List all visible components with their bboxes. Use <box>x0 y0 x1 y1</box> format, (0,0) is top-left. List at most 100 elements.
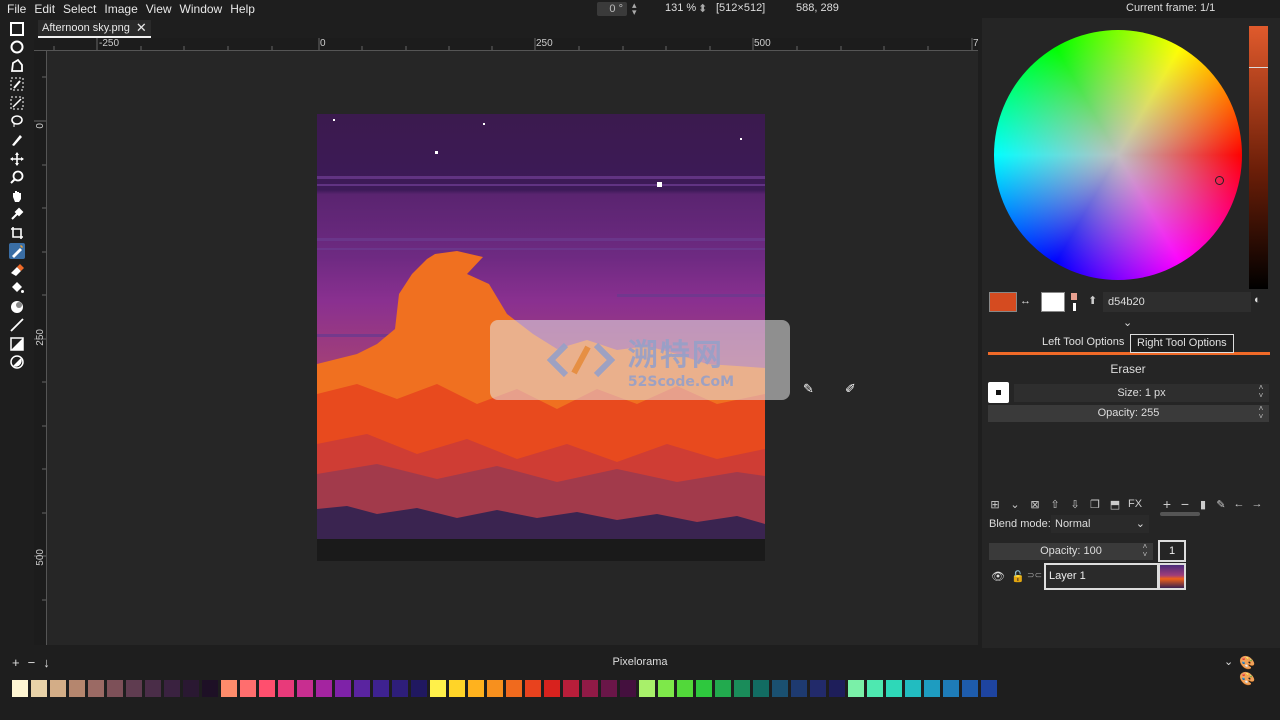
palette-swatch[interactable] <box>753 680 769 697</box>
palette-editor-icons[interactable]: 🎨🎨 <box>1239 655 1274 687</box>
palette-swatch[interactable] <box>715 680 731 697</box>
ellipse-select-icon[interactable] <box>9 39 25 55</box>
palette-swatch[interactable] <box>962 680 978 697</box>
recent-color-swatch[interactable] <box>1073 303 1076 311</box>
value-slider-marker[interactable] <box>1249 67 1268 68</box>
palette-swatch[interactable] <box>164 680 180 697</box>
eraser-icon[interactable] <box>9 262 25 278</box>
palette-swatch[interactable] <box>126 680 142 697</box>
remove-frame-icon[interactable]: − <box>1178 496 1192 512</box>
palette-swatch[interactable] <box>734 680 750 697</box>
menu-help[interactable]: Help <box>226 2 259 16</box>
palette-swatch[interactable] <box>335 680 351 697</box>
brush-shape-button[interactable] <box>988 382 1009 403</box>
palette-swatch[interactable] <box>107 680 123 697</box>
palette-swatch[interactable] <box>905 680 921 697</box>
pan-hand-icon[interactable] <box>9 188 25 204</box>
palette-swatch[interactable] <box>392 680 408 697</box>
bucket-icon[interactable] <box>9 280 25 296</box>
visibility-eye-icon[interactable]: 👁 <box>991 570 1005 583</box>
swap-colors-icon[interactable]: ↔ <box>1020 295 1031 307</box>
chevron-down-icon[interactable]: ⌄ <box>1123 316 1132 329</box>
tab-afternoon-sky[interactable]: Afternoon sky.png ✕ <box>38 20 151 38</box>
layer-menu-chevron-icon[interactable]: ⌄ <box>1008 497 1022 511</box>
palette-swatch[interactable] <box>354 680 370 697</box>
pencil-icon[interactable] <box>9 243 25 259</box>
palette-swatch[interactable] <box>50 680 66 697</box>
palette-swatch[interactable] <box>867 680 883 697</box>
palette-swatch[interactable] <box>620 680 636 697</box>
palette-swatch[interactable] <box>848 680 864 697</box>
screen-picker-icon[interactable]: ⬆ <box>1088 294 1097 307</box>
palette-swatch[interactable] <box>639 680 655 697</box>
palette-swatch[interactable] <box>696 680 712 697</box>
brush-size-field[interactable]: Size: 1 px ˄ ˅ <box>1014 384 1269 402</box>
shading-icon[interactable] <box>9 299 25 315</box>
color-picker-icon[interactable] <box>9 206 25 222</box>
tab-left-tool-options[interactable]: Left Tool Options <box>1036 334 1130 353</box>
palette-swatch[interactable] <box>221 680 237 697</box>
delete-layer-icon[interactable]: ⊠ <box>1028 497 1042 511</box>
palette-swatch[interactable] <box>259 680 275 697</box>
palette-swatch[interactable] <box>468 680 484 697</box>
zoom-icon[interactable] <box>9 169 25 185</box>
blend-mode-select[interactable]: Normal ⌄ <box>1051 515 1149 533</box>
tool-opacity-field[interactable]: Opacity: 255 ˄ ˅ <box>988 405 1269 422</box>
ellipse-icon[interactable] <box>9 354 25 370</box>
polygon-select-icon[interactable] <box>9 58 25 74</box>
menu-image[interactable]: Image <box>100 2 141 16</box>
hex-color-input[interactable]: d54b20 <box>1103 292 1251 312</box>
rotation-input[interactable]: 0 ° <box>597 2 627 16</box>
palette-swatch[interactable] <box>297 680 313 697</box>
move-layer-down-icon[interactable]: ⇩ <box>1068 497 1082 511</box>
color-mode-toggle-icon[interactable]: ◐ <box>1254 294 1261 306</box>
line-icon[interactable] <box>9 317 25 333</box>
palette-swatch[interactable] <box>544 680 560 697</box>
palette-swatch[interactable] <box>601 680 617 697</box>
clone-frame-icon[interactable]: ▮ <box>1196 497 1210 511</box>
add-layer-icon[interactable]: ⊞ <box>988 497 1002 511</box>
menu-file[interactable]: File <box>0 2 30 16</box>
move-layer-up-icon[interactable]: ⇧ <box>1048 497 1062 511</box>
move-icon[interactable] <box>9 151 25 167</box>
palette-swatch[interactable] <box>829 680 845 697</box>
palette-swatch[interactable] <box>658 680 674 697</box>
palette-swatch[interactable] <box>202 680 218 697</box>
layer-effects-button[interactable]: FX <box>1128 497 1142 511</box>
chevron-down-icon[interactable]: ⌄ <box>1224 655 1233 668</box>
rectangle-icon[interactable] <box>9 336 25 352</box>
palette-swatch[interactable] <box>582 680 598 697</box>
rotation-spinner-icon[interactable]: ▴ ▾ <box>632 1 640 17</box>
recent-color-swatch[interactable] <box>1071 293 1077 300</box>
palette-swatch[interactable] <box>240 680 256 697</box>
size-spinner-icon[interactable]: ˄ ˅ <box>1257 384 1265 400</box>
color-wheel-cursor[interactable] <box>1215 176 1224 185</box>
merge-layer-icon[interactable]: ⬒ <box>1108 497 1122 511</box>
palette-swatch[interactable] <box>525 680 541 697</box>
palette-swatch[interactable] <box>943 680 959 697</box>
palette-swatch[interactable] <box>487 680 503 697</box>
palette-swatch[interactable] <box>449 680 465 697</box>
palette-swatch[interactable] <box>924 680 940 697</box>
paint-select-icon[interactable] <box>9 132 25 148</box>
layer-thumbnail[interactable] <box>1158 563 1186 590</box>
palette-swatch[interactable] <box>791 680 807 697</box>
layer-row[interactable]: 👁 🔓 ⊃⊂ Layer 1 <box>989 563 1186 590</box>
palette-swatch[interactable] <box>278 680 294 697</box>
layer-name[interactable]: Layer 1 <box>1044 563 1159 590</box>
lock-icon[interactable]: 🔓 <box>1011 570 1025 583</box>
move-frame-right-icon[interactable]: → <box>1250 497 1264 511</box>
link-icon[interactable]: ⊃⊂ <box>1027 570 1042 581</box>
palette-name[interactable]: Pixelorama <box>6 656 1274 668</box>
frame-number-button[interactable]: 1 <box>1158 540 1186 562</box>
palette-swatch[interactable] <box>373 680 389 697</box>
drawing-canvas[interactable]: 溯特网 52Scode.CoM ✎ ✐ <box>47 51 978 645</box>
palette-swatch[interactable] <box>145 680 161 697</box>
color-value-slider[interactable] <box>1249 26 1268 289</box>
right-color-swatch[interactable] <box>1041 292 1065 312</box>
frame-properties-icon[interactable]: ✎ <box>1214 497 1228 511</box>
color-select-icon[interactable] <box>9 76 25 92</box>
add-frame-icon[interactable]: + <box>1160 496 1174 512</box>
palette-swatch[interactable] <box>430 680 446 697</box>
close-icon[interactable]: ✕ <box>136 20 147 36</box>
